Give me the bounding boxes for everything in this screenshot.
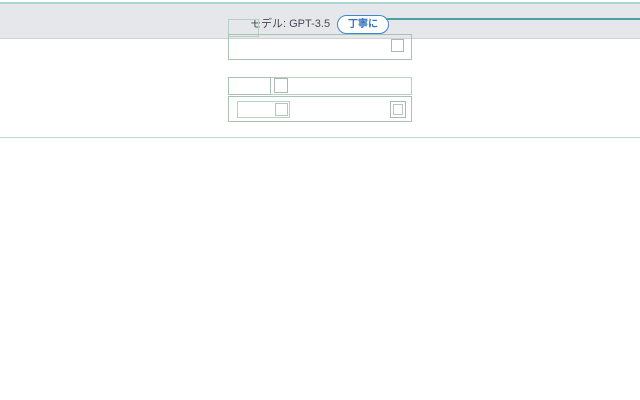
chat-interface: モデル: GPT-3.5 丁寧に <box>0 0 640 400</box>
lower-inner-icon[interactable] <box>275 103 288 116</box>
middle-row-icon[interactable] <box>274 78 288 93</box>
politeness-button[interactable]: 丁寧に <box>337 15 389 34</box>
top-action-icon[interactable] <box>391 39 404 52</box>
top-input-container[interactable] <box>228 34 412 60</box>
selection-indicator-line <box>386 18 640 20</box>
middle-left-field[interactable] <box>228 77 271 95</box>
lower-action-inner-icon <box>393 104 403 115</box>
model-selector-label: モデル: GPT-3.5 <box>250 18 331 30</box>
